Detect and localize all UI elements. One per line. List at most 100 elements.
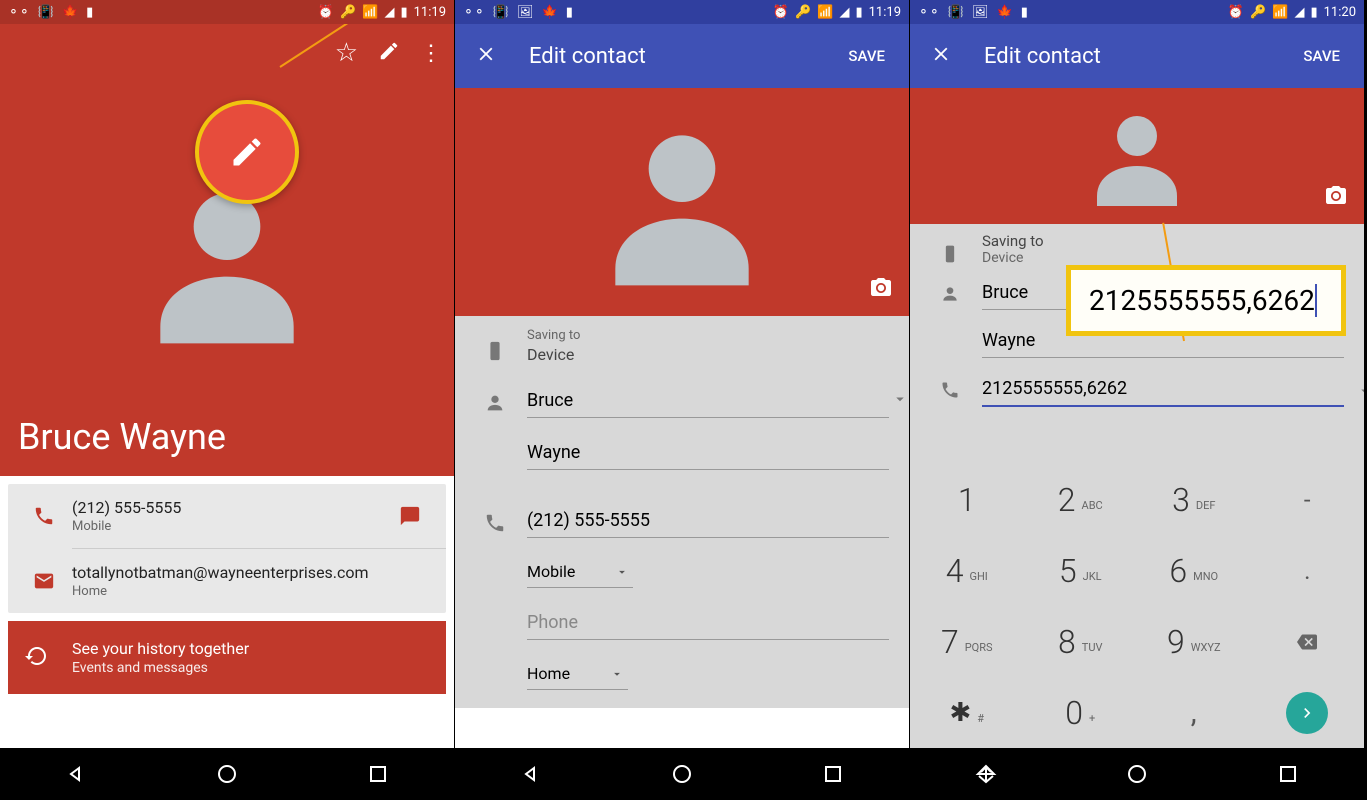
signal-icon: ◢ <box>839 5 849 20</box>
recent-button[interactable] <box>366 762 390 786</box>
key-5[interactable]: 5JKL <box>1024 535 1138 606</box>
image-icon: 🖼 <box>517 5 534 20</box>
recent-button[interactable] <box>821 762 845 786</box>
contact-photo-area[interactable] <box>455 88 909 316</box>
phone-type-select[interactable]: Mobile <box>527 552 633 588</box>
person-icon <box>930 272 970 304</box>
name-row <box>455 368 909 488</box>
key-dot[interactable]: . <box>1251 535 1365 606</box>
voicemail-icon: ⚬⚬ <box>8 5 30 20</box>
history-icon <box>24 644 64 672</box>
voicemail-icon: ⚬⚬ <box>918 5 940 20</box>
save-button[interactable]: SAVE <box>836 39 897 73</box>
phone-input[interactable] <box>527 500 889 538</box>
status-time: 11:20 <box>1324 5 1356 20</box>
history-subtitle: Events and messages <box>72 660 249 676</box>
history-title: See your history together <box>72 639 249 658</box>
camera-icon[interactable] <box>869 276 893 304</box>
wifi-icon: 📶 <box>817 5 833 20</box>
key-4[interactable]: 4GHI <box>910 535 1024 606</box>
phone2-type-select[interactable]: Home <box>527 654 628 690</box>
phone-number: (212) 555-5555 <box>72 498 390 517</box>
first-name-input[interactable] <box>527 380 889 418</box>
email-address: totallynotbatman@wayneenterprises.com <box>72 563 430 582</box>
vibrate-icon: 📳 <box>38 5 54 20</box>
email-type: Home <box>72 584 430 599</box>
home-button[interactable] <box>215 762 239 786</box>
phone-icon <box>475 500 515 534</box>
saving-to-label: Saving to <box>982 232 1344 250</box>
history-card[interactable]: See your history together Events and mes… <box>8 621 446 694</box>
signal-icon: ◢ <box>384 5 394 20</box>
phone-row <box>910 368 1364 425</box>
key-3[interactable]: 3DEF <box>1137 464 1251 535</box>
battery-level-icon: ▮ <box>855 5 862 20</box>
key-star[interactable]: ✱# <box>910 677 1024 748</box>
nav-bar <box>455 748 909 800</box>
back-button[interactable] <box>974 762 998 786</box>
phone-raw-input[interactable] <box>982 368 1344 407</box>
email-row[interactable]: totallynotbatman@wayneenterprises.com Ho… <box>8 549 446 613</box>
key-7[interactable]: 7PQRS <box>910 606 1024 677</box>
key-icon: 🔑 <box>1250 5 1266 20</box>
camera-icon[interactable] <box>1324 184 1348 212</box>
key-1[interactable]: 1 <box>910 464 1024 535</box>
saving-to-label: Saving to <box>527 328 889 343</box>
phone2-input[interactable] <box>527 602 889 640</box>
signal-icon: ◢ <box>1294 5 1304 20</box>
saving-to-row: Saving to Device <box>455 316 909 368</box>
more-icon[interactable]: ⋮ <box>420 41 442 66</box>
form-area: Saving to Device <box>455 316 909 708</box>
form-area: Saving to Device <box>910 224 1364 464</box>
screen-contact-view: ⚬⚬ 📳 🍁 ▮ ⏰ 🔑 📶 ◢ ▮ 11:19 ☆ ⋮ Bruce Wayne <box>0 0 455 800</box>
phone-section: Mobile Home <box>455 488 909 708</box>
edit-highlight <box>195 100 299 204</box>
back-button[interactable] <box>64 762 88 786</box>
screen-edit-contact: ⚬⚬ 📳 🖼 🍁 ▮ ⏰ 🔑 📶 ◢ ▮ 11:19 Edit contact … <box>455 0 910 800</box>
phone-row[interactable]: (212) 555-5555 Mobile <box>8 484 446 548</box>
contact-name: Bruce Wayne <box>18 416 226 458</box>
battery-icon: ▮ <box>86 5 93 20</box>
key-go[interactable] <box>1251 677 1365 748</box>
numeric-keypad: 1 2ABC 3DEF - 4GHI 5JKL 6MNO . 7PQRS 8TU… <box>910 464 1364 748</box>
key-comma[interactable]: , <box>1137 677 1251 748</box>
edit-icon[interactable] <box>378 40 400 66</box>
home-button[interactable] <box>1125 762 1149 786</box>
phone-icon <box>930 368 970 400</box>
last-name-input[interactable] <box>527 432 889 470</box>
header-title: Edit contact <box>529 44 836 69</box>
contact-photo-area[interactable] <box>910 88 1364 224</box>
back-button[interactable] <box>519 762 543 786</box>
screen-edit-phone-keypad: ⚬⚬ 📳 🖼 🍁 ▮ ⏰ 🔑 📶 ◢ ▮ 11:20 Edit contact … <box>910 0 1365 800</box>
saving-to-row: Saving to Device <box>910 224 1364 268</box>
phone-icon <box>24 505 64 527</box>
device-icon <box>930 232 970 264</box>
recent-button[interactable] <box>1276 762 1300 786</box>
battery-icon: ▮ <box>566 5 573 20</box>
nav-bar <box>910 748 1364 800</box>
leaf-icon: 🍁 <box>542 5 558 20</box>
favorite-icon[interactable]: ☆ <box>335 38 358 68</box>
alarm-icon: ⏰ <box>318 5 334 20</box>
alarm-icon: ⏰ <box>1228 5 1244 20</box>
home-button[interactable] <box>670 762 694 786</box>
vibrate-icon: 📳 <box>493 5 509 20</box>
leaf-icon: 🍁 <box>997 5 1013 20</box>
alarm-icon: ⏰ <box>773 5 789 20</box>
key-0[interactable]: 0+ <box>1024 677 1138 748</box>
save-button[interactable]: SAVE <box>1291 39 1352 73</box>
phone-type: Mobile <box>72 519 390 534</box>
key-9[interactable]: 9WXYZ <box>1137 606 1251 677</box>
close-button[interactable] <box>467 35 505 77</box>
close-button[interactable] <box>922 35 960 77</box>
status-time: 11:19 <box>414 5 446 20</box>
message-icon[interactable] <box>390 505 430 527</box>
voicemail-icon: ⚬⚬ <box>463 5 485 20</box>
key-dash[interactable]: - <box>1251 464 1365 535</box>
phone-expand-icon[interactable] <box>1356 382 1365 404</box>
key-8[interactable]: 8TUV <box>1024 606 1138 677</box>
key-2[interactable]: 2ABC <box>1024 464 1138 535</box>
name-expand-icon[interactable] <box>891 390 909 412</box>
key-6[interactable]: 6MNO <box>1137 535 1251 606</box>
key-backspace[interactable] <box>1251 606 1365 677</box>
